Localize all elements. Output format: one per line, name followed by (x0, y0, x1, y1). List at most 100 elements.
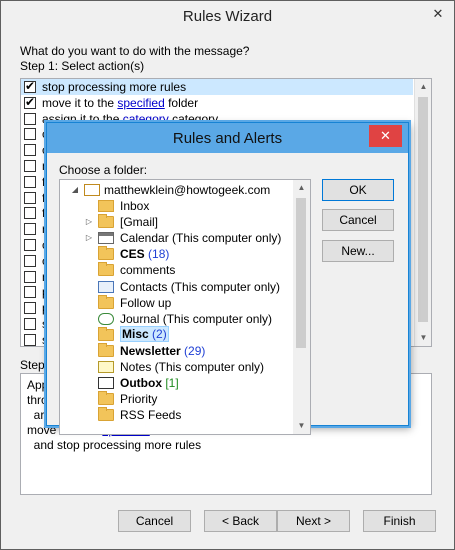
tree-scroll-down-icon[interactable]: ▼ (293, 418, 310, 434)
action-checkbox[interactable] (24, 160, 36, 172)
folder-icon (98, 342, 114, 357)
folder-label: Calendar (This computer only) (120, 230, 281, 246)
ok-button[interactable]: OK (322, 179, 394, 201)
folder-icon (98, 262, 114, 277)
folder-name: Misc (122, 326, 149, 341)
action-checkbox[interactable] (24, 79, 36, 93)
action-checkbox[interactable] (24, 239, 36, 251)
action-checkbox[interactable] (24, 128, 36, 141)
action-checkbox[interactable] (24, 333, 36, 346)
action-checkbox[interactable] (24, 302, 36, 315)
folder-tree-scrollbar[interactable]: ▲ ▼ (293, 180, 310, 434)
question-label: What do you want to do with the message? (20, 44, 250, 58)
dialog-title: Rules and Alerts (47, 123, 408, 153)
action-list-scrollbar[interactable]: ▲ ▼ (414, 79, 431, 346)
next-button[interactable]: Next > (277, 510, 350, 532)
folder-label: [Gmail] (120, 214, 158, 230)
action-row[interactable]: move it to the specified folder (21, 95, 413, 111)
action-label: move it to the specified folder (42, 95, 199, 110)
rules-and-alerts-dialog: Rules and Alerts ✕ Choose a folder: ◢ ma… (46, 122, 409, 435)
folder-icon (98, 294, 114, 309)
folder-name: Inbox (120, 199, 150, 213)
folder-name: comments (120, 263, 176, 278)
folder-name: Priority (120, 392, 158, 407)
action-row[interactable]: stop processing more rules (21, 79, 413, 95)
tree-scroll-up-icon[interactable]: ▲ (293, 180, 310, 196)
expand-triangle-icon[interactable]: ▷ (84, 214, 94, 230)
folder-label: Contacts (This computer only) (120, 279, 280, 295)
dialog-cancel-button[interactable]: Cancel (322, 209, 394, 231)
action-checkbox[interactable] (24, 286, 36, 299)
folder-name: RSS Feeds (120, 408, 182, 423)
folder-label: CES (18) (120, 246, 169, 262)
expand-triangle-icon[interactable]: ▷ (84, 230, 94, 246)
action-checkbox[interactable] (24, 254, 36, 267)
action-checkbox[interactable] (24, 207, 36, 220)
window-close-icon[interactable]: ✕ (428, 6, 448, 22)
notes-icon (98, 361, 114, 373)
folder-icon (98, 326, 114, 341)
folder-name: Notes (This computer only) (120, 360, 265, 374)
folder-name: [Gmail] (120, 215, 159, 230)
step1-label: Step 1: Select action(s) (20, 59, 145, 73)
back-button[interactable]: < Back (204, 510, 277, 532)
folder-name: Follow up (120, 295, 172, 310)
scroll-thumb[interactable] (418, 97, 428, 322)
folder-name: CES (120, 247, 145, 262)
window-title: Rules Wizard (1, 1, 454, 31)
folder-name: Journal (This computer only) (120, 311, 273, 326)
scroll-up-icon[interactable]: ▲ (415, 79, 431, 95)
dialog-close-icon[interactable]: ✕ (369, 125, 402, 147)
folder-label: Outbox [1] (120, 375, 179, 391)
scroll-down-icon[interactable]: ▼ (415, 330, 431, 346)
folder-label: Follow up (120, 295, 171, 311)
action-checkbox[interactable] (24, 95, 36, 109)
folder-tree[interactable]: ◢ matthewklein@howtogeek.com Inbox ▷ [Gmai… (59, 179, 311, 435)
calendar-icon (98, 232, 114, 245)
folder-label: Priority (120, 391, 157, 407)
choose-folder-label: Choose a folder: (59, 163, 148, 177)
folder-label: Journal (This computer only) (120, 311, 272, 327)
unread-count: (29) (180, 343, 206, 358)
cancel-button[interactable]: Cancel (118, 510, 191, 532)
inbox-icon (98, 200, 114, 212)
action-label: f (42, 190, 46, 205)
contacts-icon (98, 280, 114, 293)
dialog-body: Choose a folder: ◢ matthewklein@howtogee… (47, 153, 408, 435)
folder-icon (98, 214, 114, 229)
action-checkbox[interactable] (24, 175, 36, 188)
action-label: f (42, 174, 46, 189)
finish-button[interactable]: Finish (363, 510, 436, 532)
collapse-triangle-icon[interactable]: ◢ (70, 182, 80, 198)
folder-label: RSS Feeds (120, 407, 181, 423)
action-checkbox[interactable] (24, 112, 36, 125)
folder-name: Calendar (This computer only) (120, 231, 282, 246)
folder-label: comments (120, 262, 175, 278)
unread-count: [1] (162, 376, 179, 391)
action-checkbox[interactable] (24, 318, 36, 330)
mailbox-icon (84, 184, 100, 196)
action-checkbox[interactable] (24, 223, 36, 236)
account-label: matthewklein@howtogeek.com (104, 183, 271, 197)
action-link[interactable]: specified (117, 96, 164, 110)
outbox-icon (98, 377, 114, 390)
folder-icon (98, 391, 114, 406)
folder-label: Newsletter (29) (120, 343, 205, 359)
new-folder-button[interactable]: New... (322, 240, 394, 262)
folder-icon (98, 246, 114, 261)
folder-label: Misc (2) (120, 325, 169, 342)
folder-name: Outbox (120, 376, 162, 391)
description-line: and stop processing more rules (27, 438, 202, 452)
action-label: f (42, 206, 46, 221)
folder-label: Inbox (120, 198, 149, 214)
action-checkbox[interactable] (24, 144, 36, 157)
folder-label: Notes (This computer only) (120, 359, 264, 375)
folder-name: Contacts (This computer only) (120, 279, 281, 294)
journal-icon (98, 312, 114, 325)
folder-icon (98, 407, 114, 422)
action-checkbox[interactable] (24, 270, 36, 283)
action-checkbox[interactable] (24, 191, 36, 204)
tree-scroll-thumb[interactable] (296, 198, 306, 348)
folder-name: Newsletter (120, 343, 181, 358)
unread-count: (2) (148, 326, 167, 341)
